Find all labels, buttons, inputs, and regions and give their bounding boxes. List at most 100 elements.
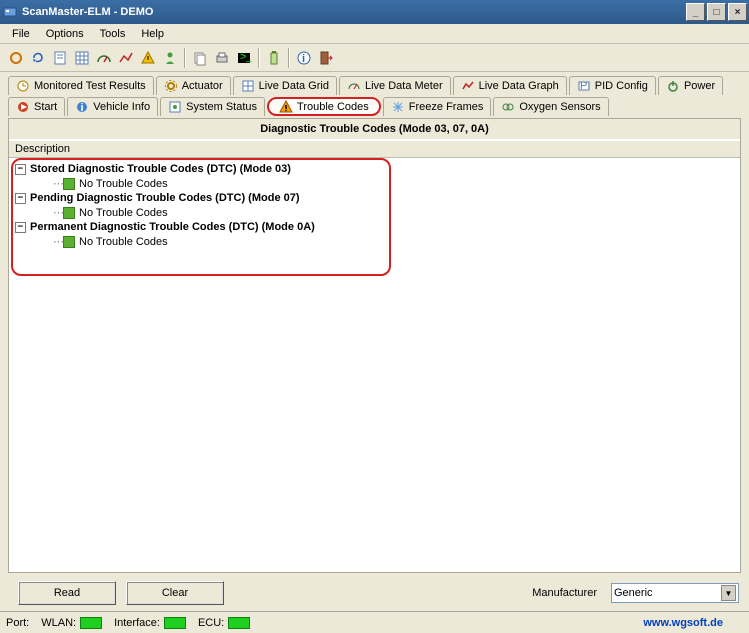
tab-label: Actuator [182, 80, 223, 92]
tab-pid-config[interactable]: PID PID Config [569, 76, 656, 95]
menu-options[interactable]: Options [38, 26, 92, 42]
tree-line-icon: ⋯ [53, 206, 59, 219]
tab-label: Oxygen Sensors [519, 101, 600, 113]
tab-live-data-graph[interactable]: Live Data Graph [453, 76, 567, 95]
status-bar: Port: WLAN: Interface: ECU: www.wgsoft.d… [0, 611, 749, 633]
tree-group-label: Stored Diagnostic Trouble Codes (DTC) (M… [30, 163, 291, 175]
description-header: Description [9, 140, 740, 158]
maximize-button[interactable]: □ [707, 3, 726, 21]
manufacturer-select[interactable]: Generic ▼ [611, 583, 739, 603]
tab-live-data-meter[interactable]: Live Data Meter [339, 76, 451, 95]
tab-area: Monitored Test Results Actuator Live Data … [0, 72, 749, 116]
tree-group-label: Pending Diagnostic Trouble Codes (DTC) (… [30, 192, 300, 204]
tree-leaf[interactable]: ⋯ No Trouble Codes [13, 176, 736, 191]
tab-label: Freeze Frames [409, 101, 484, 113]
tab-trouble-codes[interactable]: Trouble Codes [267, 97, 381, 116]
graph-icon [461, 79, 475, 93]
interface-led-icon [164, 617, 186, 629]
info-icon: i [75, 100, 89, 114]
tree-leaf[interactable]: ⋯No Trouble Codes [13, 234, 736, 249]
expander-icon[interactable]: − [15, 222, 26, 233]
tree-leaf-label: No Trouble Codes [79, 178, 168, 190]
tab-label: System Status [186, 101, 257, 113]
tree-group[interactable]: −Pending Diagnostic Trouble Codes (DTC) … [13, 191, 736, 205]
window-title: ScanMaster-ELM - DEMO [22, 6, 686, 18]
tab-row-2: Start i Vehicle Info System Status Trouble C… [8, 97, 741, 116]
start-icon [16, 100, 30, 114]
menu-tools[interactable]: Tools [92, 26, 134, 42]
toolbar-refresh-icon[interactable] [28, 48, 48, 68]
expander-icon[interactable]: − [15, 193, 26, 204]
status-url[interactable]: www.wgsoft.de [643, 617, 723, 629]
tab-label: Live Data Grid [259, 80, 329, 92]
toolbar: >_ i [0, 44, 749, 72]
status-ecu-label: ECU: [198, 617, 224, 629]
tab-row-1: Monitored Test Results Actuator Live Data … [8, 76, 741, 95]
ok-icon [63, 236, 75, 248]
tab-label: PID Config [595, 80, 648, 92]
tree-group[interactable]: −Permanent Diagnostic Trouble Codes (DTC… [13, 220, 736, 234]
toolbar-warning-icon[interactable] [138, 48, 158, 68]
toolbar-info-icon[interactable]: i [294, 48, 314, 68]
wlan-led-icon [80, 617, 102, 629]
toolbar-grid-icon[interactable] [72, 48, 92, 68]
svg-text:>_: >_ [240, 51, 252, 63]
status-interface-label: Interface: [114, 617, 160, 629]
dropdown-arrow-icon: ▼ [721, 585, 736, 601]
tab-system-status[interactable]: System Status [160, 97, 265, 116]
expander-icon[interactable]: − [15, 164, 26, 175]
tab-start[interactable]: Start [8, 97, 65, 116]
power-icon [666, 79, 680, 93]
tab-oxygen-sensors[interactable]: Oxygen Sensors [493, 97, 608, 116]
tree-leaf[interactable]: ⋯ No Trouble Codes [13, 205, 736, 220]
toolbar-graph-icon[interactable] [116, 48, 136, 68]
toolbar-doc-icon[interactable] [50, 48, 70, 68]
toolbar-print-icon[interactable] [212, 48, 232, 68]
tree-group[interactable]: −Stored Diagnostic Trouble Codes (DTC) (… [13, 162, 736, 176]
menu-help[interactable]: Help [133, 26, 172, 42]
toolbar-copy-icon[interactable] [190, 48, 210, 68]
tab-label: Trouble Codes [297, 101, 369, 113]
tab-live-data-grid[interactable]: Live Data Grid [233, 76, 337, 95]
tab-label: Live Data Meter [365, 80, 443, 92]
toolbar-terminal-icon[interactable]: >_ [234, 48, 254, 68]
toolbar-person-icon[interactable] [160, 48, 180, 68]
tab-freeze-frames[interactable]: Freeze Frames [383, 97, 492, 116]
tab-label: Monitored Test Results [34, 80, 146, 92]
panel-title: Diagnostic Trouble Codes (Mode 03, 07, 0… [9, 119, 740, 140]
minimize-button[interactable]: _ [686, 3, 705, 21]
ok-icon [63, 178, 75, 190]
meter-icon [347, 79, 361, 93]
tree-group-label: Permanent Diagnostic Trouble Codes (DTC)… [30, 221, 315, 233]
menu-bar: File Options Tools Help [0, 24, 749, 44]
tab-monitored-test-results[interactable]: Monitored Test Results [8, 76, 154, 95]
tree-leaf-label: No Trouble Codes [79, 207, 168, 219]
toolbar-separator [288, 48, 290, 68]
title-bar: ScanMaster-ELM - DEMO _ □ × [0, 0, 749, 24]
toolbar-battery-icon[interactable] [264, 48, 284, 68]
tab-label: Start [34, 101, 57, 113]
svg-text:i: i [81, 102, 84, 114]
toolbar-separator [184, 48, 186, 68]
warning-icon [279, 100, 293, 114]
menu-file[interactable]: File [4, 26, 38, 42]
toolbar-meter-icon[interactable] [94, 48, 114, 68]
read-button[interactable]: Read [18, 581, 116, 605]
tab-label: Vehicle Info [93, 101, 150, 113]
tab-actuator[interactable]: Actuator [156, 76, 231, 95]
tab-label: Live Data Graph [479, 80, 559, 92]
dtc-panel: Diagnostic Trouble Codes (Mode 03, 07, 0… [8, 118, 741, 573]
close-button[interactable]: × [728, 3, 747, 21]
pid-icon: PID [577, 79, 591, 93]
clock-icon [16, 79, 30, 93]
dtc-tree: −Stored Diagnostic Trouble Codes (DTC) (… [9, 158, 740, 253]
tab-power[interactable]: Power [658, 76, 723, 95]
toolbar-connect-icon[interactable] [6, 48, 26, 68]
app-icon [2, 4, 18, 20]
clear-button[interactable]: Clear [126, 581, 224, 605]
toolbar-exit-icon[interactable] [316, 48, 336, 68]
gear-icon [164, 79, 178, 93]
tab-vehicle-info[interactable]: i Vehicle Info [67, 97, 158, 116]
tree-line-icon: ⋯ [53, 177, 59, 190]
manufacturer-label: Manufacturer [532, 587, 597, 599]
